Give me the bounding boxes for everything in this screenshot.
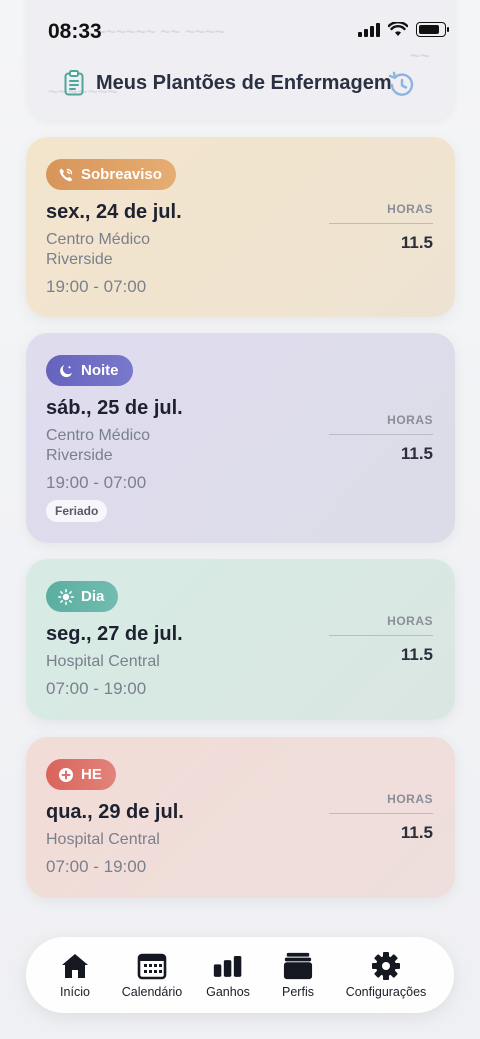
shift-location: Centro Médico Riverside (46, 427, 151, 464)
sun-icon (58, 588, 74, 605)
status-icons (358, 22, 449, 37)
refresh-button[interactable] (386, 70, 418, 100)
hours-value: 11.5 (400, 823, 433, 842)
home-icon (62, 954, 88, 978)
calendar-icon (137, 953, 167, 980)
tab-settings[interactable]: Configurações (336, 937, 436, 1013)
shift-time: 19:00 - 07:00 (46, 277, 147, 296)
hours-value: 11.5 (400, 645, 433, 664)
hours-label: HORAS (387, 614, 433, 628)
hours-label: HORAS (387, 202, 433, 216)
refresh-clock-icon (388, 71, 414, 96)
shift-time: 19:00 - 07:00 (46, 473, 147, 492)
hours-label: HORAS (387, 792, 433, 806)
moon-icon (60, 364, 72, 377)
tab-bar: Início Calendário Ganhos Perfis Configur… (26, 937, 454, 1013)
clipboard-icon (64, 70, 84, 96)
tab-label: Calendário (121, 985, 183, 999)
status-bar: 08:33 (0, 0, 480, 62)
header: Meus Plantões de Enfermagem (64, 70, 392, 96)
hours-label: HORAS (387, 413, 433, 427)
shift-type-badge: Noite (46, 355, 133, 386)
shift-location: Hospital Central (46, 653, 160, 670)
battery-icon (416, 22, 449, 37)
tab-label: Ganhos (206, 985, 250, 999)
shift-type-label: HE (81, 766, 102, 783)
wifi-icon (388, 22, 408, 36)
shift-card-oncall[interactable]: Sobreaviso sex., 24 de jul. Centro Médic… (26, 137, 455, 317)
shift-card-day[interactable]: Dia seg., 27 de jul. Hospital Central 07… (26, 559, 455, 720)
gear-icon (372, 952, 400, 980)
hours-divider (329, 223, 433, 224)
hours-divider (329, 813, 433, 814)
hours-divider (329, 434, 433, 435)
cellular-signal-icon (358, 22, 380, 37)
shift-type-badge: Sobreaviso (46, 159, 176, 190)
tab-label: Perfis (282, 985, 314, 999)
status-time: 08:33 (48, 20, 102, 43)
tab-label: Configurações (345, 985, 427, 999)
tab-home[interactable]: Início (26, 937, 124, 1013)
hours-value: 11.5 (400, 444, 433, 463)
shift-type-badge: HE (46, 759, 116, 790)
bar-chart-icon (213, 956, 242, 977)
shift-type-label: Dia (81, 588, 105, 605)
shift-date: qua., 29 de jul. (46, 801, 184, 823)
hours-value: 11.5 (400, 233, 433, 252)
shift-type-label: Noite (81, 362, 119, 379)
shift-card-overtime[interactable]: HE qua., 29 de jul. Hospital Central 07:… (26, 737, 455, 898)
tab-label: Início (60, 985, 90, 999)
shift-date: sáb., 25 de jul. (46, 397, 183, 419)
shift-date: seg., 27 de jul. (46, 623, 183, 645)
tab-profiles[interactable]: Perfis (262, 937, 334, 1013)
holiday-tag: Feriado (46, 500, 108, 522)
page-title: Meus Plantões de Enfermagem (96, 71, 392, 94)
shift-date: sex., 24 de jul. (46, 201, 182, 223)
folders-icon (283, 952, 313, 980)
hours-divider (329, 635, 433, 636)
shift-location: Centro Médico Riverside (46, 231, 151, 268)
shift-type-badge: Dia (46, 581, 119, 612)
shift-card-night[interactable]: Noite sáb., 25 de jul. Centro Médico Riv… (26, 333, 455, 543)
tab-earnings[interactable]: Ganhos (192, 937, 264, 1013)
tab-calendar[interactable]: Calendário (116, 937, 188, 1013)
shift-time: 07:00 - 19:00 (46, 679, 147, 698)
shift-time: 07:00 - 19:00 (46, 857, 147, 876)
shift-location: Hospital Central (46, 831, 160, 848)
shift-type-label: Sobreaviso (81, 166, 162, 183)
phone-call-icon (59, 168, 73, 181)
plus-circle-icon (59, 767, 73, 782)
